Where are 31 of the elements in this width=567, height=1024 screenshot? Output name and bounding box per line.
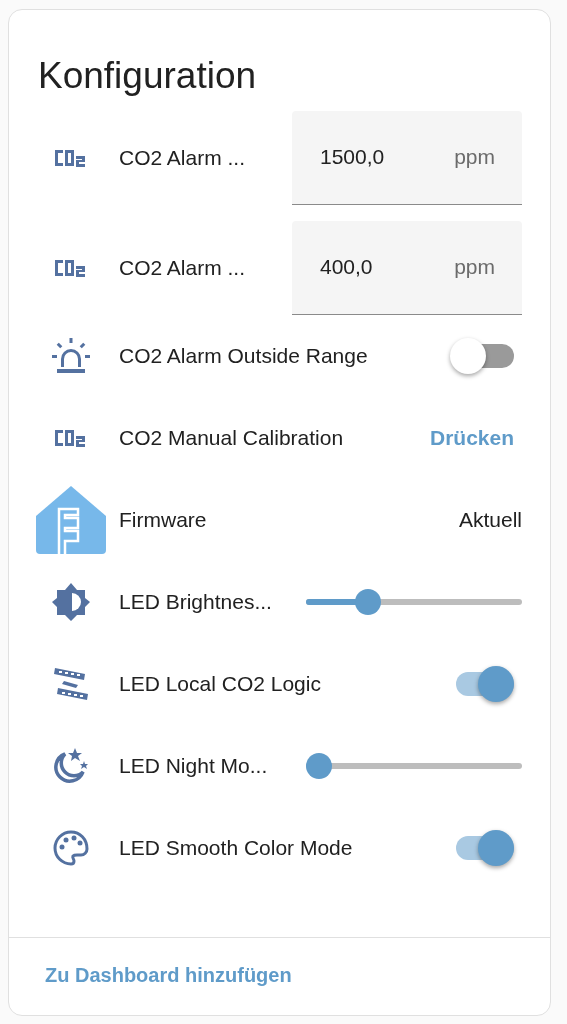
- entity-label: LED Smooth Color Mode: [119, 836, 354, 860]
- entity-label: LED Local CO2 Logic: [119, 672, 322, 696]
- unit-label: ppm: [454, 145, 495, 169]
- unit-label: ppm: [454, 255, 495, 279]
- moon-stars-icon: [53, 748, 89, 784]
- card-title: Konfiguration: [38, 54, 258, 98]
- alarm-light-icon: [52, 338, 90, 374]
- number-input[interactable]: 400,0: [320, 255, 430, 279]
- number-field[interactable]: 1500,0 ppm: [292, 110, 522, 205]
- entity-label: LED Brightnes...: [119, 590, 273, 614]
- entity-label: CO2 Alarm ...: [119, 145, 247, 170]
- number-field[interactable]: 400,0 ppm: [292, 220, 522, 315]
- led-strip-icon: [54, 668, 88, 700]
- entity-label: CO2 Alarm ...: [119, 255, 247, 280]
- entity-label: LED Night Mo...: [119, 754, 269, 778]
- entity-label: CO2 Alarm Outside Range: [119, 344, 369, 368]
- entity-label: Firmware: [119, 508, 208, 532]
- state-value: Aktuell: [458, 508, 522, 532]
- entity-label: CO2 Manual Calibration: [119, 426, 345, 450]
- number-input[interactable]: 1500,0: [320, 145, 430, 169]
- co2-icon: [55, 257, 87, 278]
- co2-icon: [55, 147, 87, 168]
- slider-thumb[interactable]: [355, 589, 382, 615]
- slider[interactable]: [306, 589, 522, 615]
- toggle-switch[interactable]: [450, 338, 514, 374]
- home-device-icon: [36, 486, 106, 554]
- slider-thumb[interactable]: [306, 753, 332, 779]
- co2-icon: [55, 428, 87, 448]
- brightness-icon: [51, 582, 91, 622]
- palette-icon: [53, 830, 89, 866]
- slider[interactable]: [306, 753, 522, 779]
